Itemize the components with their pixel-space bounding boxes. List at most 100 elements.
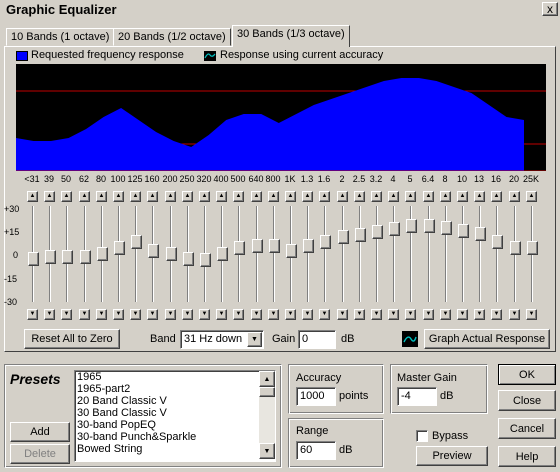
band-slider-thumb[interactable]: [527, 241, 538, 255]
band-up-button[interactable]: ▲: [165, 191, 176, 202]
preset-item[interactable]: 1965: [75, 371, 275, 383]
band-slider-thumb[interactable]: [458, 224, 469, 238]
band-up-button[interactable]: ▲: [474, 191, 485, 202]
band-up-button[interactable]: ▲: [147, 191, 158, 202]
band-slider-track[interactable]: [342, 206, 344, 302]
band-slider-thumb[interactable]: [372, 225, 383, 239]
band-slider-thumb[interactable]: [131, 235, 142, 249]
band-up-button[interactable]: ▲: [388, 191, 399, 202]
band-up-button[interactable]: ▲: [199, 191, 210, 202]
tab-30-bands[interactable]: 30 Bands (1/3 octave): [232, 25, 350, 47]
band-slider-thumb[interactable]: [320, 235, 331, 249]
band-down-button[interactable]: ▼: [113, 309, 124, 320]
band-slider-thumb[interactable]: [303, 239, 314, 253]
band-slider-thumb[interactable]: [252, 239, 263, 253]
band-slider-thumb[interactable]: [234, 241, 245, 255]
band-up-button[interactable]: ▲: [96, 191, 107, 202]
band-slider-thumb[interactable]: [441, 221, 452, 235]
band-slider-track[interactable]: [479, 206, 481, 302]
band-slider-track[interactable]: [359, 206, 361, 302]
presets-list[interactable]: 1965 1965-part2 20 Band Classic V 30 Band C…: [74, 370, 276, 462]
preset-item[interactable]: 30-band Punch&Sparkle: [75, 431, 275, 443]
band-slider-track[interactable]: [393, 206, 395, 302]
tab-20-bands[interactable]: 20 Bands (1/2 octave): [113, 28, 231, 46]
band-down-button[interactable]: ▼: [165, 309, 176, 320]
band-up-button[interactable]: ▲: [27, 191, 38, 202]
band-down-button[interactable]: ▼: [405, 309, 416, 320]
gain-input[interactable]: 0: [298, 330, 336, 349]
reset-all-button[interactable]: Reset All to Zero: [24, 329, 120, 349]
master-gain-input[interactable]: -4: [397, 387, 437, 406]
band-down-button[interactable]: ▼: [147, 309, 158, 320]
band-slider-thumb[interactable]: [45, 250, 56, 264]
band-down-button[interactable]: ▼: [423, 309, 434, 320]
band-up-button[interactable]: ▲: [509, 191, 520, 202]
band-up-button[interactable]: ▲: [371, 191, 382, 202]
band-slider-thumb[interactable]: [183, 252, 194, 266]
help-button[interactable]: Help: [498, 446, 556, 467]
band-slider-thumb[interactable]: [217, 247, 228, 261]
band-up-button[interactable]: ▲: [113, 191, 124, 202]
band-slider-thumb[interactable]: [355, 228, 366, 242]
scroll-down-button[interactable]: ▼: [259, 443, 275, 459]
band-down-button[interactable]: ▼: [457, 309, 468, 320]
band-up-button[interactable]: ▲: [491, 191, 502, 202]
band-down-button[interactable]: ▼: [61, 309, 72, 320]
scroll-thumb[interactable]: [259, 387, 275, 397]
presets-scrollbar[interactable]: ▲ ▼: [259, 371, 275, 459]
tab-10-bands[interactable]: 10 Bands (1 octave): [6, 28, 115, 46]
band-down-button[interactable]: ▼: [130, 309, 141, 320]
band-slider-thumb[interactable]: [80, 250, 91, 264]
band-slider-thumb[interactable]: [200, 253, 211, 267]
band-up-button[interactable]: ▲: [251, 191, 262, 202]
band-select[interactable]: 31 Hz down ▼: [180, 330, 264, 349]
band-dropdown-button[interactable]: ▼: [247, 332, 262, 347]
band-up-button[interactable]: ▲: [319, 191, 330, 202]
band-up-button[interactable]: ▲: [130, 191, 141, 202]
band-up-button[interactable]: ▲: [302, 191, 313, 202]
band-down-button[interactable]: ▼: [319, 309, 330, 320]
band-up-button[interactable]: ▲: [457, 191, 468, 202]
preset-item[interactable]: 30 Band Classic V: [75, 407, 275, 419]
band-down-button[interactable]: ▼: [96, 309, 107, 320]
band-slider-thumb[interactable]: [97, 247, 108, 261]
band-slider-thumb[interactable]: [492, 235, 503, 249]
close-button[interactable]: Close: [498, 390, 556, 411]
band-down-button[interactable]: ▼: [182, 309, 193, 320]
preset-item[interactable]: 20 Band Classic V: [75, 395, 275, 407]
preset-item[interactable]: Bowed String: [75, 443, 275, 455]
band-down-button[interactable]: ▼: [199, 309, 210, 320]
band-slider-thumb[interactable]: [62, 250, 73, 264]
band-down-button[interactable]: ▼: [27, 309, 38, 320]
band-up-button[interactable]: ▲: [268, 191, 279, 202]
cancel-button[interactable]: Cancel: [498, 418, 556, 439]
band-slider-track[interactable]: [256, 206, 258, 302]
band-down-button[interactable]: ▼: [251, 309, 262, 320]
accuracy-input[interactable]: 1000: [296, 387, 336, 406]
band-down-button[interactable]: ▼: [474, 309, 485, 320]
close-window-button[interactable]: x: [542, 2, 558, 16]
band-slider-thumb[interactable]: [286, 244, 297, 258]
band-down-button[interactable]: ▼: [268, 309, 279, 320]
band-down-button[interactable]: ▼: [354, 309, 365, 320]
band-up-button[interactable]: ▲: [79, 191, 90, 202]
band-slider-thumb[interactable]: [166, 247, 177, 261]
band-up-button[interactable]: ▲: [354, 191, 365, 202]
band-up-button[interactable]: ▲: [423, 191, 434, 202]
band-slider-track[interactable]: [324, 206, 326, 302]
band-up-button[interactable]: ▲: [337, 191, 348, 202]
band-down-button[interactable]: ▼: [509, 309, 520, 320]
band-up-button[interactable]: ▲: [61, 191, 72, 202]
band-slider-thumb[interactable]: [148, 244, 159, 258]
band-up-button[interactable]: ▲: [233, 191, 244, 202]
band-down-button[interactable]: ▼: [216, 309, 227, 320]
band-slider-track[interactable]: [135, 206, 137, 302]
band-up-button[interactable]: ▲: [526, 191, 537, 202]
band-slider-thumb[interactable]: [114, 241, 125, 255]
band-slider-track[interactable]: [307, 206, 309, 302]
band-up-button[interactable]: ▲: [285, 191, 296, 202]
band-down-button[interactable]: ▼: [526, 309, 537, 320]
band-down-button[interactable]: ▼: [233, 309, 244, 320]
range-input[interactable]: 60: [296, 441, 336, 460]
band-slider-track[interactable]: [462, 206, 464, 302]
